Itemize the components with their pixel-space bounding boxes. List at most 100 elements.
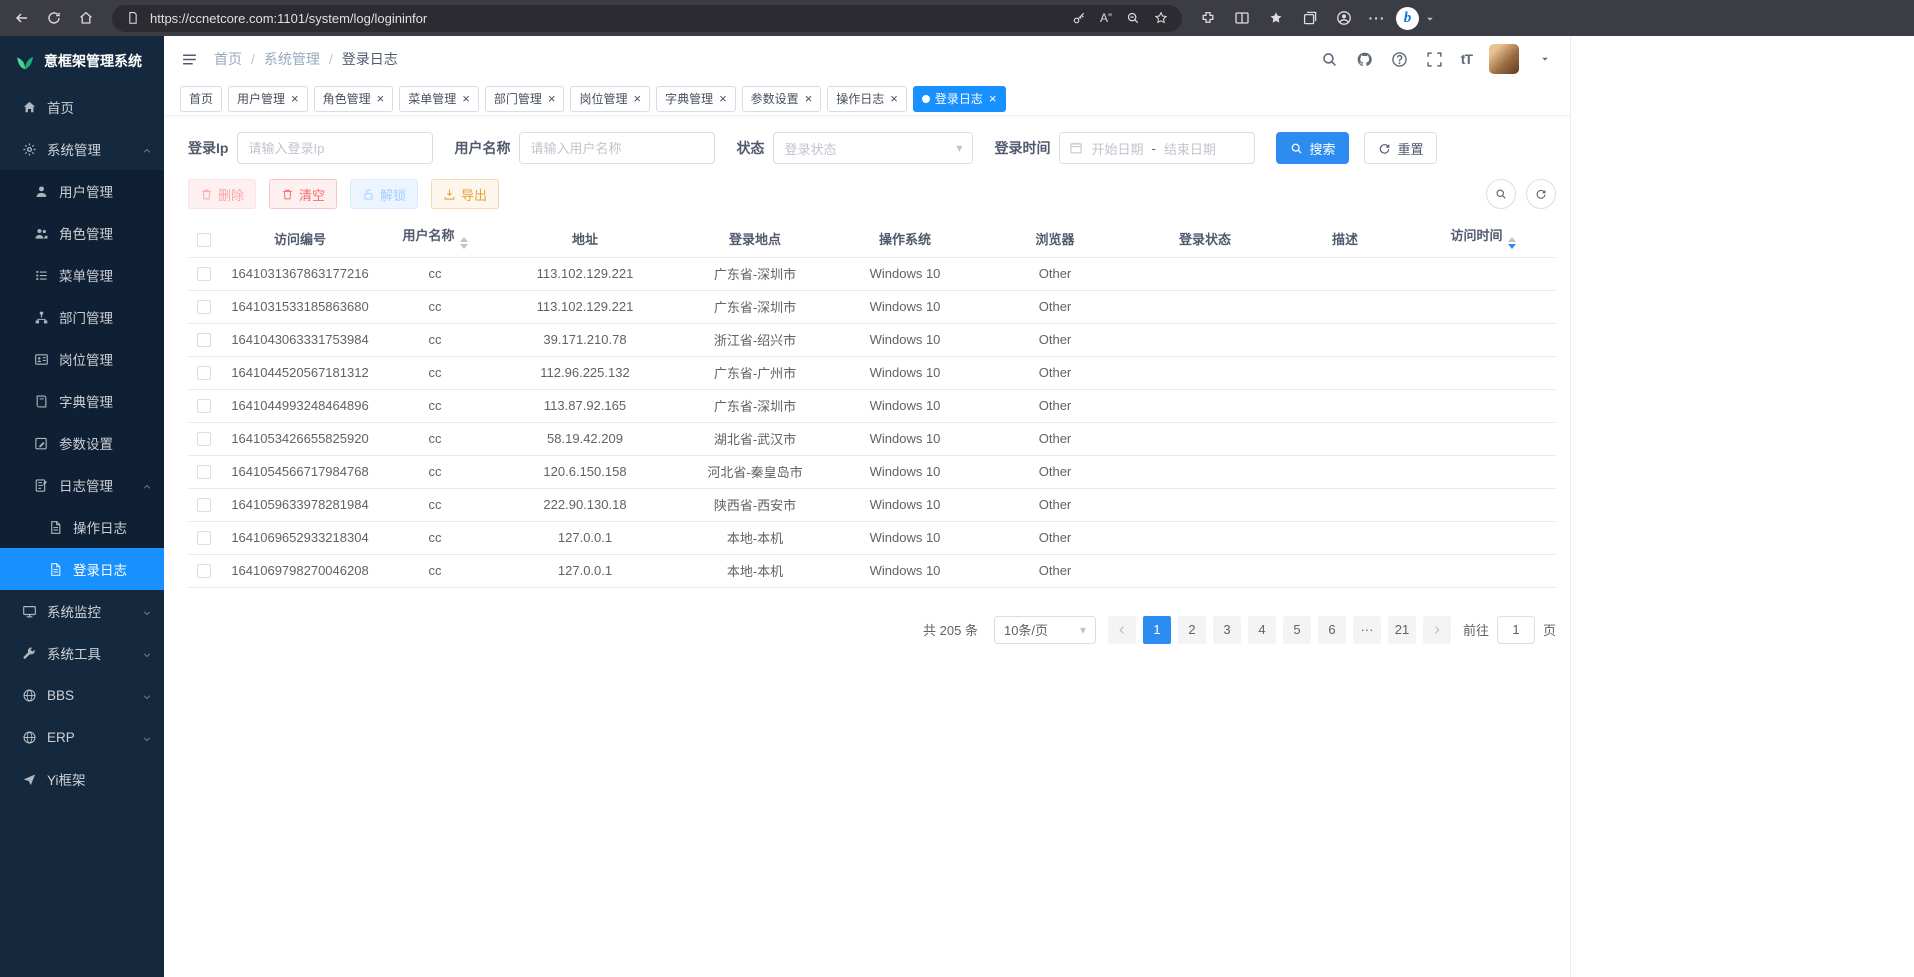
more-pages-button[interactable]: ··· (1353, 616, 1381, 644)
row-checkbox[interactable] (197, 366, 211, 380)
sidebar-item-dict[interactable]: 字典管理 (0, 380, 164, 422)
sidebar-item-menu[interactable]: 菜单管理 (0, 254, 164, 296)
select-all-checkbox[interactable] (197, 233, 211, 247)
tab-用户管理[interactable]: 用户管理× (228, 86, 308, 112)
close-icon[interactable]: × (804, 92, 813, 105)
read-aloud-icon[interactable]: A” (1096, 11, 1116, 25)
goto-page-input[interactable] (1497, 616, 1535, 644)
close-icon[interactable]: × (461, 92, 470, 105)
date-range-picker[interactable]: 开始日期 - 结束日期 (1059, 132, 1255, 164)
help-icon[interactable] (1391, 50, 1409, 68)
close-icon[interactable]: × (632, 92, 641, 105)
row-checkbox[interactable] (197, 300, 211, 314)
row-checkbox[interactable] (197, 531, 211, 545)
close-icon[interactable]: × (290, 92, 299, 105)
zoom-icon[interactable] (1122, 7, 1144, 29)
tab-角色管理[interactable]: 角色管理× (314, 86, 394, 112)
github-icon[interactable] (1356, 50, 1374, 68)
header-search-icon[interactable] (1321, 50, 1339, 68)
row-checkbox[interactable] (197, 333, 211, 347)
sidebar-item-tools[interactable]: 系统工具 (0, 632, 164, 674)
page-button-4[interactable]: 4 (1248, 616, 1276, 644)
table-refresh-button[interactable] (1526, 179, 1556, 209)
sidebar-item-log[interactable]: 日志管理 (0, 464, 164, 506)
browser-menu-icon[interactable]: ··· (1364, 10, 1390, 26)
close-icon[interactable]: × (889, 92, 898, 105)
row-checkbox[interactable] (197, 267, 211, 281)
sort-icon[interactable] (460, 233, 468, 253)
browser-refresh-button[interactable] (40, 4, 68, 32)
close-icon[interactable]: × (547, 92, 556, 105)
browser-back-button[interactable] (8, 4, 36, 32)
sidebar-item-loginlog[interactable]: 登录日志 (0, 548, 164, 590)
password-key-icon[interactable] (1068, 7, 1090, 29)
sidebar-item-post[interactable]: 岗位管理 (0, 338, 164, 380)
fullscreen-icon[interactable] (1426, 50, 1444, 68)
user-menu-caret-icon[interactable] (1536, 50, 1554, 68)
next-page-button[interactable] (1423, 616, 1451, 644)
page-button-5[interactable]: 5 (1283, 616, 1311, 644)
tab-首页[interactable]: 首页 (180, 86, 222, 112)
close-icon[interactable]: × (376, 92, 385, 105)
close-icon[interactable]: × (988, 92, 997, 105)
tab-操作日志[interactable]: 操作日志× (827, 86, 907, 112)
row-checkbox[interactable] (197, 432, 211, 446)
split-screen-icon[interactable] (1228, 4, 1256, 32)
sidebar-item-home[interactable]: 首页 (0, 86, 164, 128)
tab-岗位管理[interactable]: 岗位管理× (570, 86, 650, 112)
clear-button[interactable]: 清空 (269, 179, 337, 209)
sidebar-toggle-icon[interactable] (180, 50, 198, 68)
page-button-1[interactable]: 1 (1143, 616, 1171, 644)
bing-copilot-icon[interactable]: b (1396, 7, 1419, 30)
breadcrumb-item[interactable]: 系统管理 (264, 49, 320, 69)
sidebar-item-param[interactable]: 参数设置 (0, 422, 164, 464)
extensions-icon[interactable] (1194, 4, 1222, 32)
sidebar-item-bbs[interactable]: BBS (0, 674, 164, 716)
sidebar-item-operlog[interactable]: 操作日志 (0, 506, 164, 548)
sidebar-item-dept[interactable]: 部门管理 (0, 296, 164, 338)
tab-部门管理[interactable]: 部门管理× (485, 86, 565, 112)
page-button-3[interactable]: 3 (1213, 616, 1241, 644)
prev-page-button[interactable] (1108, 616, 1136, 644)
sort-icon[interactable] (1508, 233, 1516, 253)
toggle-search-button[interactable] (1486, 179, 1516, 209)
sidebar-item-yi[interactable]: Yi框架 (0, 758, 164, 800)
breadcrumb-item[interactable]: 登录日志 (342, 49, 398, 69)
tab-字典管理[interactable]: 字典管理× (656, 86, 736, 112)
unlock-button[interactable]: 解锁 (350, 179, 418, 209)
tab-登录日志[interactable]: 登录日志× (913, 86, 1006, 112)
export-button[interactable]: 导出 (431, 179, 499, 209)
address-bar[interactable]: https://ccnetcore.com:1101/system/log/lo… (112, 5, 1182, 32)
browser-profile-icon[interactable] (1330, 4, 1358, 32)
sidebar-item-system[interactable]: 系统管理 (0, 128, 164, 170)
page-button-21[interactable]: 21 (1388, 616, 1416, 644)
status-select[interactable]: 登录状态 ▾ (773, 132, 973, 164)
sidebar-item-user[interactable]: 用户管理 (0, 170, 164, 212)
close-icon[interactable]: × (718, 92, 727, 105)
row-checkbox[interactable] (197, 498, 211, 512)
search-button[interactable]: 搜索 (1276, 132, 1349, 164)
page-size-select[interactable]: 10条/页 ▾ (994, 616, 1096, 644)
username-input[interactable] (519, 132, 715, 164)
delete-button[interactable]: 删除 (188, 179, 256, 209)
login-ip-input[interactable] (237, 132, 433, 164)
breadcrumb-item[interactable]: 首页 (214, 49, 242, 69)
app-logo[interactable]: 意框架管理系统 (0, 36, 164, 86)
tab-参数设置[interactable]: 参数设置× (742, 86, 822, 112)
row-checkbox[interactable] (197, 564, 211, 578)
page-button-6[interactable]: 6 (1318, 616, 1346, 644)
collections-icon[interactable] (1296, 4, 1324, 32)
row-checkbox[interactable] (197, 399, 211, 413)
sidebar-item-role[interactable]: 角色管理 (0, 212, 164, 254)
caret-down-icon[interactable] (1425, 11, 1439, 25)
page-button-2[interactable]: 2 (1178, 616, 1206, 644)
font-size-icon[interactable]: tT (1461, 51, 1472, 67)
column-header[interactable]: 访问时间 (1410, 221, 1556, 257)
sidebar-item-monitor[interactable]: 系统监控 (0, 590, 164, 632)
tab-菜单管理[interactable]: 菜单管理× (399, 86, 479, 112)
reset-button[interactable]: 重置 (1364, 132, 1437, 164)
column-header[interactable]: 用户名称 (380, 221, 490, 257)
avatar[interactable] (1489, 44, 1519, 74)
favorites-icon[interactable] (1262, 4, 1290, 32)
sidebar-item-erp[interactable]: ERP (0, 716, 164, 758)
